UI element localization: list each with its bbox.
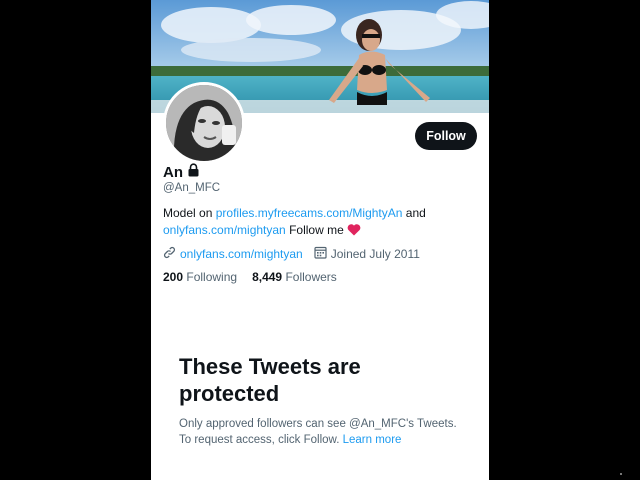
following-count-link[interactable]: 200 Following — [163, 270, 237, 284]
followers-count: 8,449 — [252, 270, 283, 284]
protected-tweets-title: These Tweets are protected — [179, 354, 361, 406]
user-handle: @An_MFC — [163, 182, 221, 194]
follow-button[interactable]: Follow — [415, 122, 477, 150]
display-name-row: An — [163, 163, 200, 182]
heart-icon — [347, 223, 361, 241]
profile-screen: Follow An @An_MFC Model on profiles.myfr… — [151, 0, 489, 480]
bio-text-middle: and — [405, 206, 426, 220]
protected-message-line2: To request access, click Follow. — [179, 434, 340, 446]
profile-bio: Model on profiles.myfreecams.com/MightyA… — [163, 205, 463, 240]
followers-count-link[interactable]: 8,449 Followers — [252, 270, 337, 284]
following-count: 200 — [163, 270, 184, 284]
following-label: Following — [186, 270, 238, 284]
followers-label: Followers — [285, 270, 337, 284]
joined-item: Joined July 2011 — [314, 246, 420, 262]
profile-avatar[interactable] — [163, 82, 245, 164]
profile-meta: onlyfans.com/mightyan Joined July 2011 — [163, 246, 431, 262]
follow-counts: 200 Following 8,449 Followers — [163, 270, 352, 284]
website-item: onlyfans.com/mightyan — [163, 246, 303, 262]
lock-icon — [187, 163, 200, 182]
learn-more-link[interactable]: Learn more — [343, 434, 402, 446]
joined-date: Joined July 2011 — [330, 247, 420, 261]
protected-message-line1: Only approved followers can see @An_MFC'… — [179, 418, 457, 430]
calendar-icon — [314, 246, 327, 262]
display-name: An — [163, 164, 183, 181]
website-link[interactable]: onlyfans.com/mightyan — [180, 247, 303, 261]
bio-text-prefix: Model on — [163, 206, 213, 220]
decorative-dot — [620, 473, 622, 475]
link-icon — [163, 246, 176, 262]
bio-link-onlyfans[interactable]: onlyfans.com/mightyan — [163, 223, 286, 237]
protected-tweets-message: Only approved followers can see @An_MFC'… — [179, 416, 479, 448]
bio-link-myfreecams[interactable]: profiles.myfreecams.com/MightyAn — [216, 206, 403, 220]
bio-text-suffix: Follow me — [289, 222, 344, 237]
